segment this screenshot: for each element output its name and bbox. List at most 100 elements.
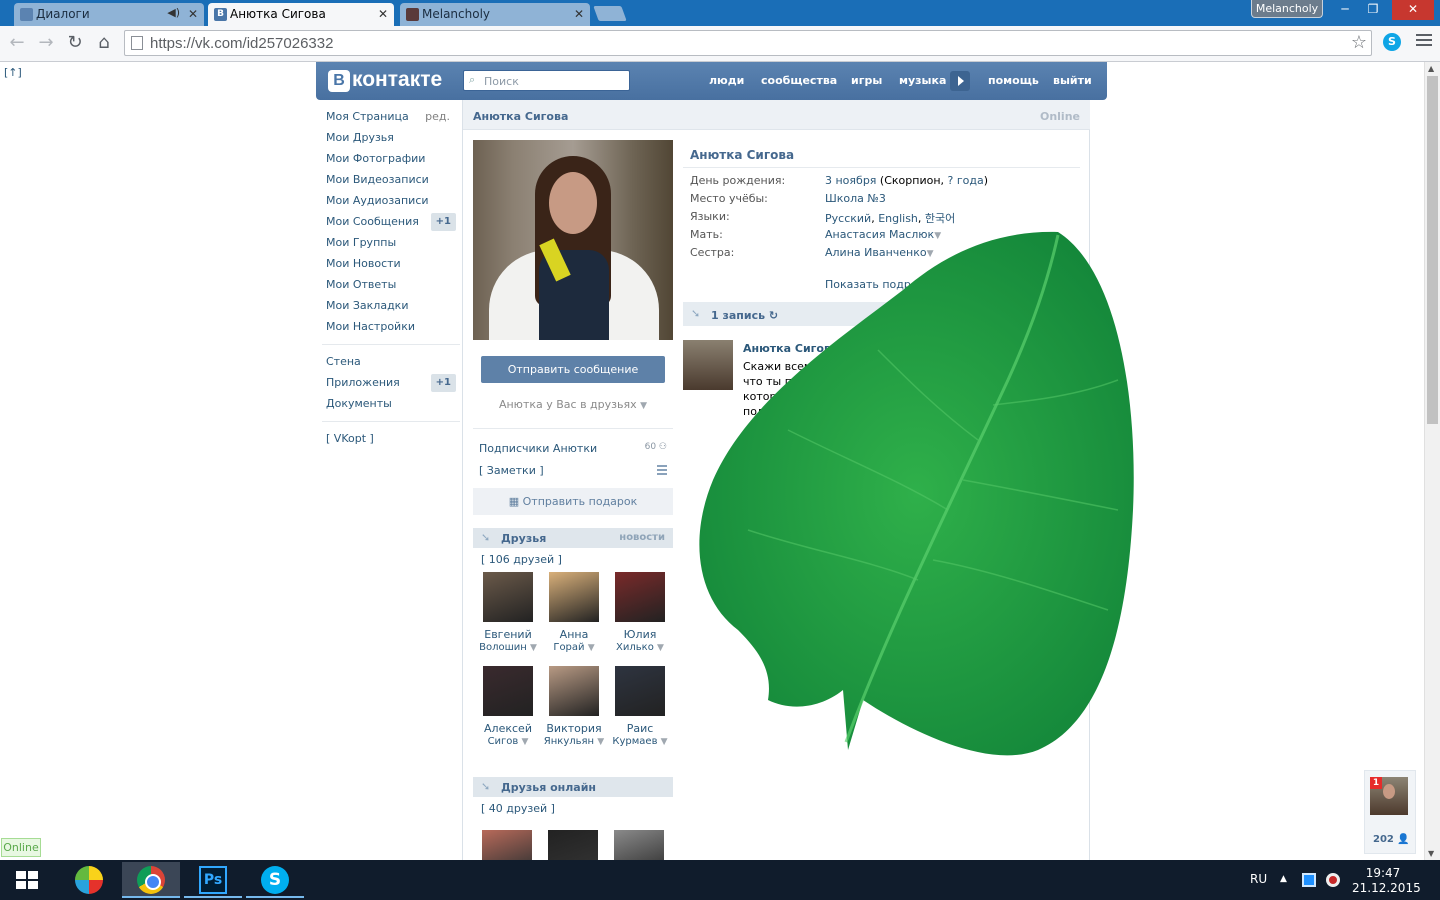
online-friends-section-header[interactable]: ➘ Друзья онлайн — [473, 777, 673, 797]
chevron-down-icon[interactable]: ▼ — [588, 643, 595, 653]
nav-music[interactable]: музыка — [899, 74, 946, 87]
online-friends-count-link[interactable]: [ 40 друзей ] — [481, 802, 555, 815]
windows-start-icon[interactable] — [16, 871, 38, 889]
friend-card[interactable]: Анна Горай ▼ — [541, 572, 607, 655]
language-indicator[interactable]: RU — [1250, 872, 1267, 886]
skype-app[interactable]: S — [246, 862, 304, 898]
friend-avatar[interactable] — [549, 572, 599, 622]
chevron-down-icon[interactable]: ▼ — [661, 737, 668, 747]
edit-link[interactable]: ред. — [425, 110, 450, 124]
nav-help[interactable]: помощь — [988, 74, 1039, 87]
friend-card[interactable]: Евгений Волошин ▼ — [475, 572, 541, 655]
clock[interactable]: 19:47 21.12.2015 — [1352, 866, 1421, 896]
bookmark-star-icon[interactable]: ☆ — [1351, 32, 1367, 53]
forward-arrow-icon[interactable]: → — [35, 32, 57, 54]
menu-documents[interactable]: Документы — [326, 397, 456, 418]
friend-card[interactable]: Алексей Сигов ▼ — [475, 666, 541, 749]
nav-logout[interactable]: выйти — [1053, 74, 1092, 87]
tab-profile[interactable]: B Анютка Сигова ✕ — [208, 3, 394, 26]
friend-first-name[interactable]: Виктория — [541, 722, 607, 735]
photoshop-app[interactable]: Ps — [184, 862, 242, 898]
search-input[interactable]: ⌕ Поиск — [463, 70, 630, 91]
info-link[interactable]: ? года — [948, 174, 984, 187]
friend-last-name[interactable]: Хилько ▼ — [607, 641, 673, 655]
online-count[interactable]: 202 👤 — [1373, 834, 1410, 845]
online-friend-avatar[interactable] — [548, 830, 598, 860]
vk-logo[interactable]: Вконтакте — [328, 68, 442, 94]
menu-friends[interactable]: Мои Друзья — [326, 131, 456, 152]
vkopt-up-link[interactable]: [↑] — [4, 66, 22, 79]
browser-menu-icon[interactable] — [1416, 34, 1432, 48]
tab-dialogs[interactable]: Диалоги ◀) ✕ — [14, 3, 204, 26]
chevron-down-icon[interactable]: ▼ — [530, 643, 537, 653]
friend-avatar[interactable] — [615, 572, 665, 622]
skype-extension-icon[interactable]: S — [1383, 33, 1401, 51]
chevron-down-icon[interactable]: ▼ — [597, 737, 604, 747]
close-window-button[interactable]: ✕ — [1392, 0, 1434, 20]
friend-avatar[interactable] — [549, 666, 599, 716]
info-link[interactable]: 3 ноября — [825, 174, 876, 187]
scroll-up-icon[interactable]: ▲ — [1428, 64, 1434, 73]
menu-settings[interactable]: Мои Настройки — [326, 320, 456, 341]
friend-last-name[interactable]: Сигов ▼ — [475, 735, 541, 749]
friend-first-name[interactable]: Алексей — [475, 722, 541, 735]
network-icon[interactable] — [1302, 873, 1316, 887]
friend-last-name[interactable]: Горай ▼ — [541, 641, 607, 655]
friend-first-name[interactable]: Раис — [607, 722, 673, 735]
friendship-status[interactable]: Анютка у Вас в друзьях ▼ — [473, 398, 673, 411]
notes-link[interactable]: [ Заметки ] — [479, 464, 667, 477]
send-message-button[interactable]: Отправить сообщение — [481, 356, 665, 383]
back-arrow-icon[interactable]: ← — [6, 32, 28, 54]
nav-games[interactable]: игры — [851, 74, 882, 87]
tab-close-icon[interactable]: ✕ — [574, 7, 584, 21]
friend-card[interactable]: Виктория Янкульян ▼ — [541, 666, 607, 749]
new-tab-button[interactable] — [593, 6, 627, 21]
menu-news[interactable]: Мои Новости — [326, 257, 456, 278]
friend-card[interactable]: Юлия Хилько ▼ — [607, 572, 673, 655]
nav-communities[interactable]: сообщества — [761, 74, 837, 87]
scrollbar-thumb[interactable] — [1427, 76, 1438, 424]
info-link[interactable]: 한국어 — [925, 212, 955, 225]
menu-videos[interactable]: Мои Видеозаписи — [326, 173, 456, 194]
friend-avatar[interactable] — [483, 666, 533, 716]
friends-news-link[interactable]: новости — [619, 532, 665, 543]
tray-expand-icon[interactable]: ▲ — [1280, 874, 1287, 884]
info-link[interactable]: English — [878, 212, 918, 225]
chevron-down-icon[interactable]: ▼ — [522, 737, 529, 747]
menu-vkopt[interactable]: [ VKopt ] — [326, 432, 456, 453]
scroll-down-icon[interactable]: ▼ — [1428, 849, 1434, 858]
tab-close-icon[interactable]: ✕ — [378, 7, 388, 21]
info-link[interactable]: Школа №3 — [825, 192, 886, 205]
recording-icon[interactable] — [1326, 873, 1340, 887]
chevron-down-icon[interactable]: ▼ — [657, 643, 664, 653]
friend-first-name[interactable]: Анна — [541, 628, 607, 641]
friends-count-link[interactable]: [ 106 друзей ] — [481, 553, 562, 566]
friend-last-name[interactable]: Волошин ▼ — [475, 641, 541, 655]
friend-last-name[interactable]: Курмаев ▼ — [607, 735, 673, 749]
home-icon[interactable]: ⌂ — [93, 32, 115, 54]
restore-button[interactable]: ❐ — [1360, 0, 1386, 20]
info-link[interactable]: Русский — [825, 212, 871, 225]
menu-wall[interactable]: Стена — [326, 355, 456, 376]
menu-messages[interactable]: Мои Сообщения +1 — [326, 213, 456, 236]
minimize-button[interactable]: ─ — [1330, 0, 1360, 20]
address-bar[interactable]: https://vk.com/id257026332 ☆ — [124, 30, 1372, 56]
profile-photo[interactable] — [473, 140, 673, 340]
menu-audio[interactable]: Мои Аудиозаписи — [326, 194, 456, 215]
bluestacks-app[interactable] — [60, 862, 118, 898]
subscribers-link[interactable]: Подписчики Анютки 60 ⚇ — [479, 442, 667, 455]
friend-first-name[interactable]: Юлия — [607, 628, 673, 641]
page-scrollbar[interactable]: ▲ ▼ — [1424, 62, 1440, 860]
menu-answers[interactable]: Мои Ответы — [326, 278, 456, 299]
online-friend-avatar[interactable] — [614, 830, 664, 860]
friend-last-name[interactable]: Янкульян ▼ — [541, 735, 607, 749]
menu-my-page[interactable]: Моя Страница ред. — [326, 110, 456, 131]
menu-photos[interactable]: Мои Фотографии — [326, 152, 456, 173]
tab-melancholy[interactable]: Melancholy ✕ — [400, 3, 590, 26]
menu-apps[interactable]: Приложения +1 — [326, 374, 456, 397]
chrome-app[interactable] — [122, 862, 180, 898]
reload-icon[interactable]: ↻ — [64, 32, 86, 54]
friend-avatar[interactable] — [615, 666, 665, 716]
url-text[interactable]: https://vk.com/id257026332 — [150, 35, 333, 52]
tab-close-icon[interactable]: ✕ — [188, 7, 198, 21]
